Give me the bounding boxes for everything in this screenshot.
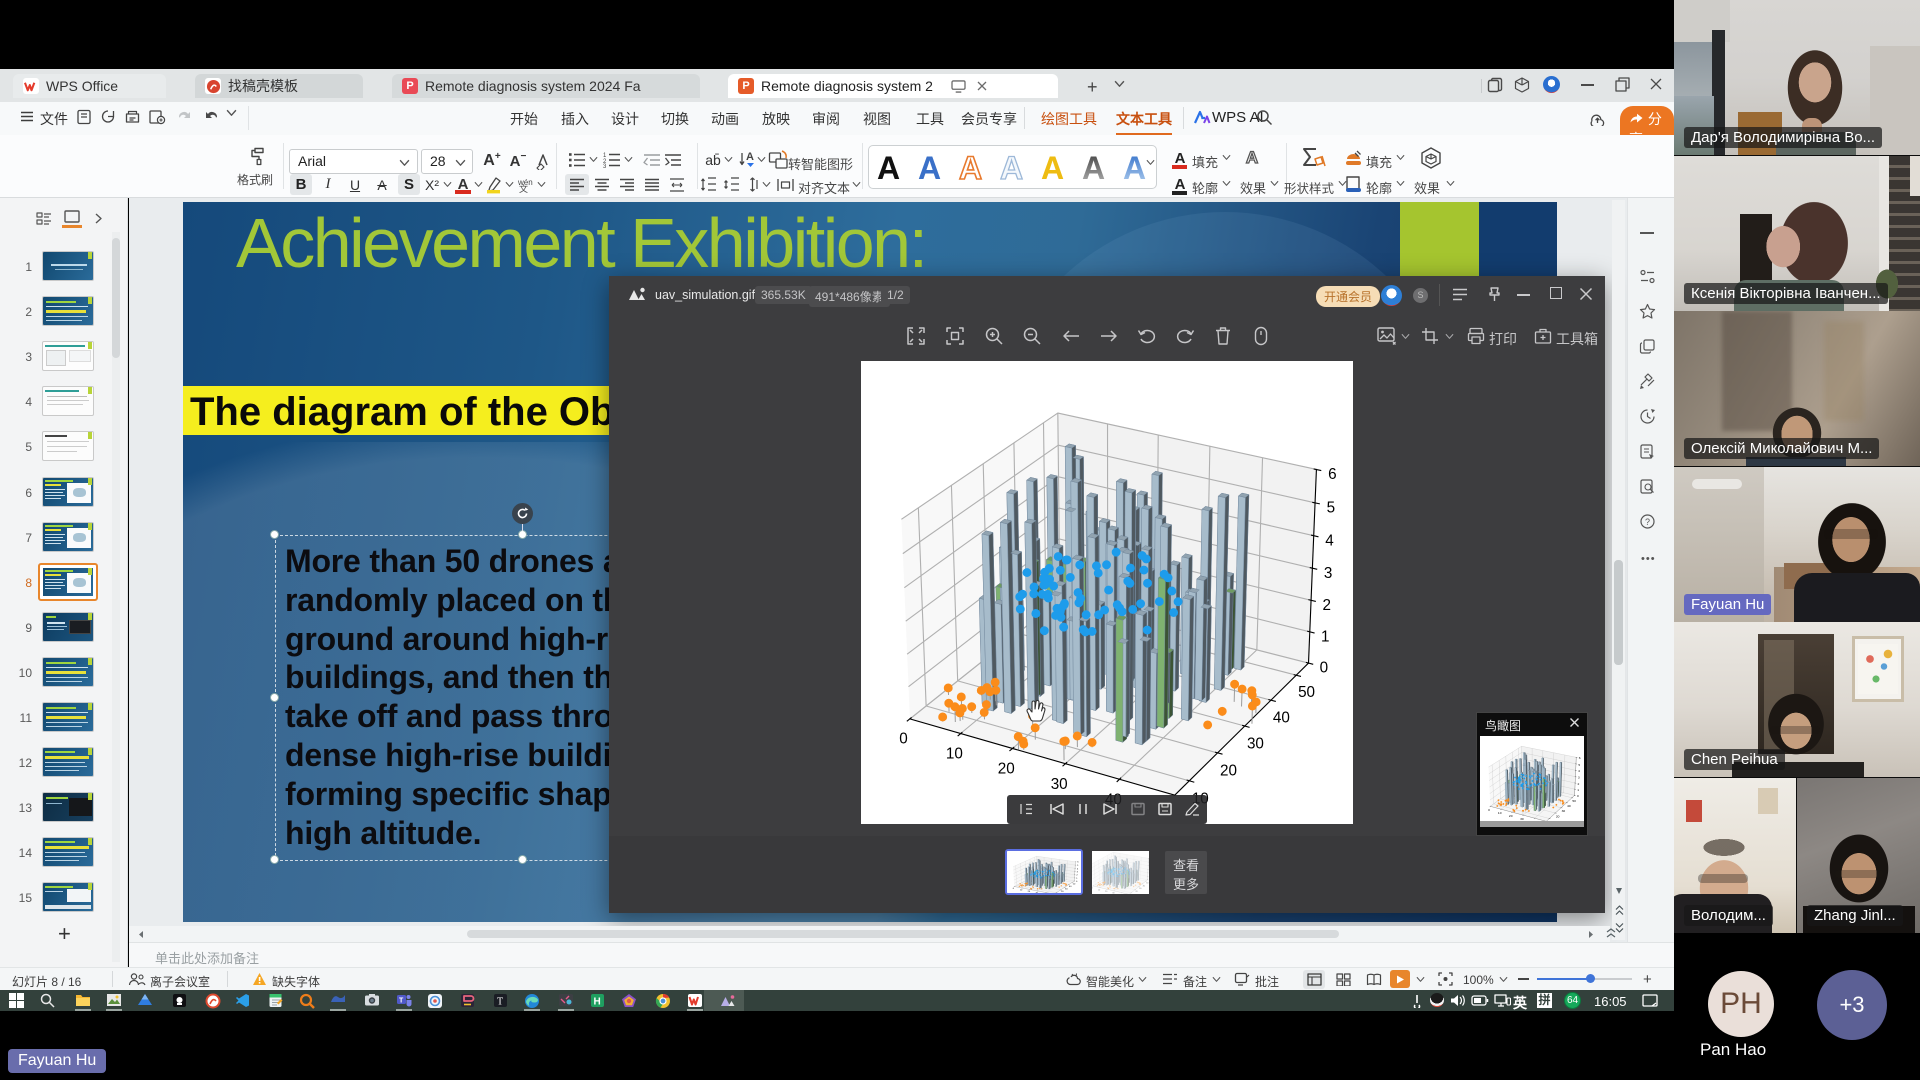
svg-text:T: T: [399, 998, 404, 1005]
svg-text:H: H: [594, 997, 601, 1008]
svg-text:文: 文: [519, 183, 528, 194]
svg-text:T: T: [497, 997, 503, 1008]
svg-text:A: A: [746, 151, 754, 163]
svg-text:3: 3: [603, 164, 607, 168]
svg-text:?: ?: [1645, 517, 1650, 527]
